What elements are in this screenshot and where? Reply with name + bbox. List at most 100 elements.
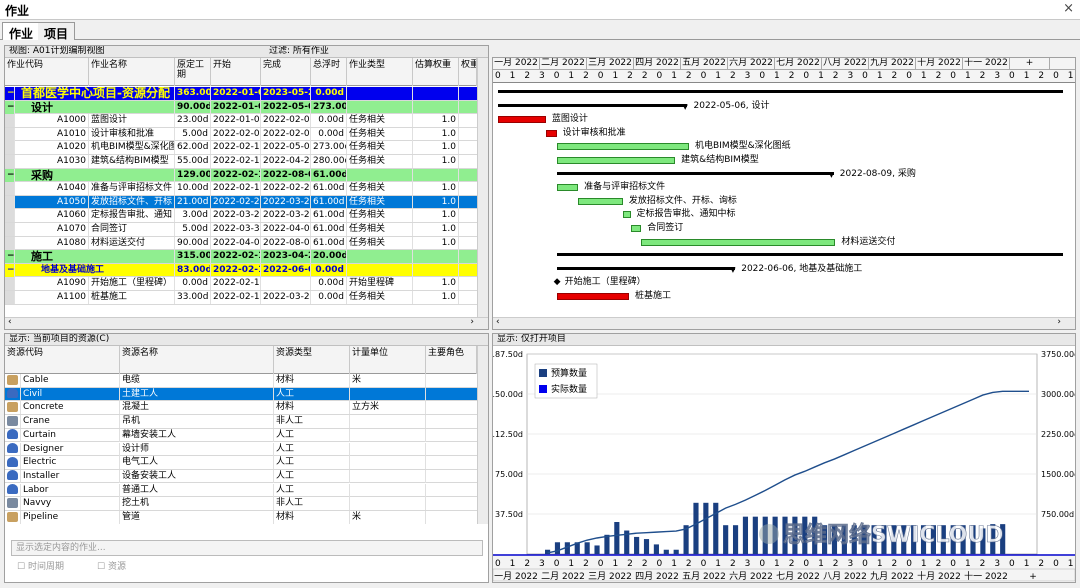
- cell-finish: 2023-04-26: [261, 250, 311, 264]
- close-icon[interactable]: ×: [1063, 1, 1074, 16]
- histogram-bar: [703, 502, 709, 554]
- activity-row[interactable]: A1100 桩基施工 33.00d 2022-02-10 2022-03-28 0.00d…: [5, 291, 477, 305]
- col-start[interactable]: 开始: [211, 58, 261, 86]
- cell-type: 材料: [274, 511, 350, 524]
- gantt-label: 发放招标文件、开标、询标: [628, 195, 737, 206]
- col-activity-name[interactable]: 作业名称: [89, 58, 175, 86]
- histogram-pane-title[interactable]: 显示: 仅打开项目: [493, 334, 1075, 346]
- resource-row[interactable]: Electric 电气工人 人工: [5, 456, 477, 470]
- cell-type: 材料: [274, 401, 350, 415]
- cell-type: 任务相关: [347, 291, 413, 304]
- collapse-icon[interactable]: −: [7, 265, 14, 275]
- row-gutter: [5, 141, 15, 155]
- x-month-label: +: [1029, 572, 1037, 582]
- resource-row[interactable]: Curtain 幕墙安装工人 人工: [5, 428, 477, 443]
- col-total-float[interactable]: 总浮时: [311, 58, 347, 86]
- activity-bar[interactable]: [578, 197, 623, 205]
- row-gutter: [5, 155, 15, 168]
- col-activity-id[interactable]: 作业代码: [5, 58, 89, 86]
- tab-activities[interactable]: 作业: [2, 22, 41, 41]
- watermark: 思维网络SWICLOUD: [783, 522, 1004, 548]
- activity-row[interactable]: A1020 机电BIM模型&深化图 62.00d 2022-02-10 2022-05-…: [5, 141, 477, 155]
- col-unit[interactable]: 计量单位: [350, 346, 426, 374]
- collapse-icon[interactable]: −: [7, 88, 14, 98]
- cell-start: 2022-01-03: [213, 114, 261, 128]
- view-selector[interactable]: 视图: A01计划编制视图: [9, 46, 105, 56]
- activity-row[interactable]: − 地基及基础施工83.00d2022-02-102022-06-060.00d: [5, 263, 477, 278]
- activity-bar[interactable]: [556, 293, 629, 300]
- activity-row[interactable]: A1070 合同签订 5.00d 2022-03-30 2022-04-05 61.00d…: [5, 223, 477, 237]
- time-period-checkbox[interactable]: ☐ 时间周期: [17, 562, 64, 573]
- activity-row[interactable]: A1080 材料运送交付 90.00d 2022-04-06 2022-08-09 61.…: [5, 236, 477, 251]
- collapse-icon[interactable]: −: [7, 170, 14, 180]
- activity-bar[interactable]: [641, 238, 836, 246]
- activity-row[interactable]: − 设计90.00d2022-01-032022-05-06273.00d: [5, 100, 477, 115]
- cell-unit: [350, 469, 426, 483]
- activity-row[interactable]: A1060 定标报告审批、通知 3.00d 2022-03-25 2022-03-29 6…: [5, 209, 477, 223]
- resources-checkbox[interactable]: ☐ 资源: [97, 562, 126, 573]
- cell-code: Concrete: [21, 401, 120, 415]
- legend-swatch-budget: [539, 369, 547, 377]
- summary-bar[interactable]: [556, 253, 1063, 257]
- histogram-bar: [584, 542, 590, 554]
- col-weight[interactable]: 权重: [459, 58, 477, 86]
- cell-type: [347, 263, 413, 277]
- summary-bar[interactable]: [556, 171, 834, 175]
- filter-label[interactable]: 过滤: 所有作业: [269, 46, 329, 57]
- col-resource-id[interactable]: 资源代码: [5, 346, 120, 374]
- summary-bar[interactable]: [498, 90, 1063, 93]
- activity-row[interactable]: A1030 建筑&结构BIM模型 55.00d 2022-02-10 2022-04-2…: [5, 155, 477, 169]
- activity-bar[interactable]: [556, 157, 676, 164]
- window-title: 作业: [5, 4, 30, 18]
- cell-float: 61.00d: [311, 209, 347, 223]
- col-resource-name[interactable]: 资源名称: [120, 346, 274, 374]
- activity-bar[interactable]: [556, 143, 690, 151]
- resource-row[interactable]: Navvy 挖土机 非人工: [5, 497, 477, 511]
- milestone-diamond-icon[interactable]: ◆: [554, 277, 561, 287]
- resource-row[interactable]: Cable 电缆 材料米: [5, 374, 477, 388]
- cell-weight: 1.0: [413, 155, 459, 168]
- col-finish[interactable]: 完成: [261, 58, 311, 86]
- col-activity-type[interactable]: 作业类型: [347, 58, 413, 86]
- resource-row[interactable]: Pipeline 管道 材料米: [5, 511, 477, 524]
- cell-type: 开始里程碑: [347, 277, 413, 291]
- collapse-icon[interactable]: −: [7, 102, 14, 112]
- activity-vscrollbar[interactable]: [477, 58, 488, 317]
- activity-rows: −首都医学中心项目-资源分配363.00d2022-01-032023-05-2…: [5, 87, 477, 315]
- resource-row[interactable]: Civil 土建工人 人工: [5, 387, 477, 402]
- activity-row[interactable]: A1000 蓝图设计 23.00d 2022-01-03 2022-02-02 0.00d…: [5, 114, 477, 128]
- resource-pane-title[interactable]: 显示: 当前项目的资源(C): [5, 334, 488, 346]
- col-est-weight[interactable]: 估算权重: [413, 58, 459, 86]
- activity-detail-box[interactable]: 显示选定内容的作业...: [11, 540, 483, 556]
- row-gutter: −: [5, 168, 15, 182]
- resource-row[interactable]: Labor 普通工人 人工: [5, 483, 477, 498]
- cell-code: A1040: [33, 182, 89, 196]
- collapse-icon[interactable]: −: [7, 251, 14, 261]
- col-primary-role[interactable]: 主要角色: [426, 346, 477, 374]
- activity-row[interactable]: −首都医学中心项目-资源分配363.00d2022-01-032023-05-2…: [5, 87, 477, 101]
- summary-bar[interactable]: [498, 103, 688, 107]
- activity-bar[interactable]: [622, 211, 631, 219]
- col-resource-type[interactable]: 资源类型: [274, 346, 350, 374]
- col-duration[interactable]: 原定工期: [175, 58, 211, 86]
- resource-row[interactable]: Designer 设计师 人工: [5, 442, 477, 456]
- resource-vscrollbar[interactable]: [477, 346, 488, 524]
- activity-row[interactable]: − 施工315.00d2022-02-102023-04-2620.00d: [5, 250, 477, 264]
- activity-row[interactable]: A1040 准备与评审招标文件 10.00d 2022-02-10 2022-02-23…: [5, 182, 477, 196]
- activity-bar[interactable]: [630, 225, 642, 232]
- activity-row[interactable]: − 采购129.00d2022-02-102022-08-0961.00d: [5, 168, 477, 183]
- activity-bar[interactable]: [545, 129, 557, 137]
- summary-bar[interactable]: [556, 266, 736, 270]
- activity-row[interactable]: A1090 开始施工（里程碑） 0.00d 2022-02-10 0.00d 开始里程碑 1…: [5, 277, 477, 291]
- tab-projects[interactable]: 项目: [38, 22, 76, 41]
- resource-row[interactable]: Concrete 混凝土 材料 立方米: [5, 401, 477, 415]
- activity-bar[interactable]: [556, 184, 579, 192]
- resource-row[interactable]: Installer 设备安装工人 人工: [5, 469, 477, 484]
- activity-hscrollbar[interactable]: ‹ ›: [5, 317, 488, 329]
- cell-finish: 2022-02-02: [263, 114, 311, 128]
- gantt-hscrollbar[interactable]: ‹ ›: [493, 317, 1075, 329]
- activity-bar[interactable]: [498, 116, 546, 124]
- activity-row[interactable]: A1010 设计审核和批准 5.00d 2022-02-03 2022-02-09 0.0…: [5, 127, 477, 142]
- activity-row[interactable]: A1050 发放招标文件、开标 21.00d 2022-02-24 2022-03-24…: [5, 195, 477, 210]
- resource-row[interactable]: Crane 吊机 非人工: [5, 415, 477, 429]
